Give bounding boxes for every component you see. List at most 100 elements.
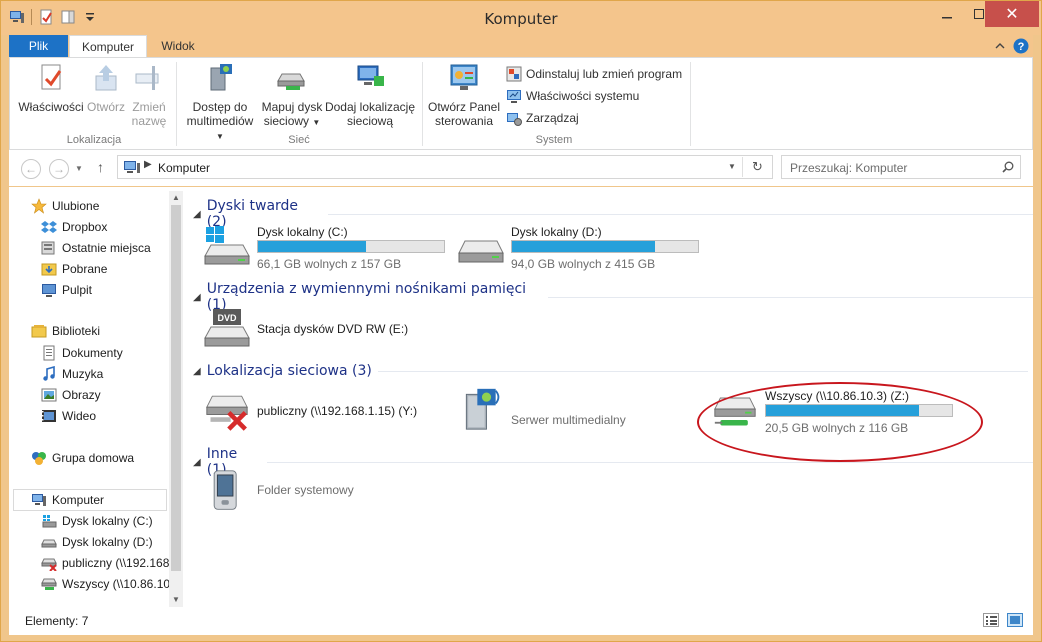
back-arrow-icon: ← [25,162,37,176]
manage-button[interactable]: Zarządzaj [506,110,579,126]
open-icon [95,65,117,91]
collapse-chevron-icon[interactable]: ◢ [193,457,201,468]
nav-homegroup[interactable]: Grupa domowa [31,450,134,466]
drive-z-free-space: 20,5 GB wolnych z 116 GB [765,421,909,435]
nav-pictures-label: Obrazy [62,388,101,402]
control-panel-label-1: Otwórz Panel [427,100,501,114]
search-input[interactable]: Przeszukaj: Komputer [781,155,1021,179]
open-button[interactable]: Otwórz [84,62,128,114]
drive-z[interactable]: Wszyscy (\\10.86.10.3) (Z:) 20,5 GB woln… [711,387,971,439]
nav-dropbox-label: Dropbox [62,220,108,234]
tab-file[interactable]: Plik [9,35,68,58]
forward-button[interactable]: → [49,159,69,179]
nav-drive-y[interactable]: publiczny (\\192.168 [41,555,169,571]
map-label-2: sieciowy [263,114,310,128]
media-server-icon [465,388,500,430]
documents-icon [43,345,55,361]
drive-dvd[interactable]: DVD Stacja dysków DVD RW (E:) [203,305,453,351]
nav-documents[interactable]: Dokumenty [41,345,123,361]
title-bar: Komputer ✕ [1,1,1041,35]
help-icon[interactable]: ? [1013,38,1029,54]
map-drive-button[interactable]: Mapuj dysk sieciowy ▼ [260,62,324,130]
explorer-window: Komputer ✕ Plik Komputer Widok ? Właściw… [0,0,1042,642]
close-button[interactable]: ✕ [985,1,1039,27]
nav-drive-d-label: Dysk lokalny (D:) [62,535,153,549]
address-bar[interactable]: ▶ Komputer ▼ ↻ [117,155,773,179]
nav-drive-c-label: Dysk lokalny (C:) [62,514,153,528]
drive-d-usage-bar [511,240,699,253]
nav-drive-c[interactable]: Dysk lokalny (C:) [41,513,153,529]
nav-recent-places[interactable]: Ostatnie miejsca [41,240,151,256]
up-arrow-icon[interactable]: ↑ [97,159,104,175]
back-button[interactable]: ← [21,159,41,179]
drive-d[interactable]: Dysk lokalny (D:) 94,0 GB wolnych z 415 … [457,223,707,271]
properties-button[interactable]: Właściwości [18,62,84,114]
forward-arrow-icon: → [53,162,65,176]
collapse-chevron-icon[interactable]: ◢ [193,366,201,377]
nav-pictures[interactable]: Obrazy [41,387,101,403]
search-icon[interactable] [1002,161,1014,173]
uninstall-icon [506,66,522,82]
search-placeholder: Przeszukaj: Komputer [790,161,908,175]
tab-computer[interactable]: Komputer [69,35,147,58]
nav-music[interactable]: Muzyka [41,366,103,382]
computer-icon [32,494,46,506]
expand-ribbon-icon[interactable] [995,42,1005,50]
status-bar: Elementy: 7 [9,607,1033,635]
collapse-chevron-icon[interactable]: ◢ [193,209,201,220]
scroll-down-icon[interactable]: ▼ [172,595,180,604]
recent-locations-icon[interactable]: ▼ [75,164,83,173]
address-dropdown-icon[interactable]: ▼ [728,162,736,171]
nav-libraries[interactable]: Biblioteki [31,323,100,339]
nav-scrollbar[interactable]: ▲ ▼ [169,191,183,607]
system-folder[interactable]: Folder systemowy [203,469,423,521]
media-server[interactable]: Serwer multimedialny [457,387,657,439]
nav-drive-y-label: publiczny (\\192.168 [62,556,170,570]
open-control-panel-button[interactable]: Otwórz Panel sterowania [426,62,502,128]
system-properties-label: Właściwości systemu [526,89,640,103]
refresh-icon[interactable]: ↻ [752,159,763,175]
navigation-pane: Ulubione Dropbox Ostatnie miejsca Pobran… [9,187,183,607]
nav-drive-d[interactable]: Dysk lokalny (D:) [41,534,153,550]
windows-drive-icon [204,226,250,265]
drive-c-usage-fill [258,241,366,252]
rename-button[interactable]: Zmień nazwę [128,62,170,128]
collapse-chevron-icon[interactable]: ◢ [193,292,201,303]
computer-icon [124,161,140,173]
nav-downloads[interactable]: Pobrane [41,261,107,277]
nav-desktop[interactable]: Pulpit [41,282,92,298]
nav-videos[interactable]: Wideo [41,408,96,424]
scrollbar-thumb[interactable] [171,205,181,571]
breadcrumb-computer[interactable]: Komputer [158,161,210,175]
nav-downloads-label: Pobrane [62,262,108,276]
system-properties-button[interactable]: Właściwości systemu [506,88,639,104]
nav-dropbox[interactable]: Dropbox [41,219,107,235]
details-view-icon[interactable] [983,613,999,627]
uninstall-label: Odinstaluj lub zmień program [526,67,683,81]
tab-view[interactable]: Widok [148,35,208,58]
section-title-network: Lokalizacja sieciowa (3) [206,363,372,379]
nav-drive-z[interactable]: Wszyscy (\\10.86.10. [41,576,173,592]
add-network-location-button[interactable]: Dodaj lokalizację sieciową [324,62,416,128]
uninstall-program-button[interactable]: Odinstaluj lub zmień program [506,66,682,82]
large-icons-view-icon[interactable] [1007,613,1023,627]
drive-c[interactable]: Dysk lokalny (C:) 66,1 GB wolnych z 157 … [203,223,453,271]
libraries-icon [31,325,47,338]
scroll-up-icon[interactable]: ▲ [172,193,180,202]
media-access-button[interactable]: Dostęp do multimediów ▼ [182,62,258,144]
map-label-1: Mapuj dysk [261,100,323,114]
section-divider [548,296,1033,298]
media-label-1: Dostęp do [192,100,248,114]
downloads-folder-icon [41,263,57,276]
manage-label: Zarządzaj [526,111,579,125]
nav-computer[interactable]: Komputer [13,489,167,511]
drive-y[interactable]: publiczny (\\192.168.1.15) (Y:) [203,387,453,439]
nav-favorites[interactable]: Ulubione [31,198,99,214]
section-network[interactable]: ◢ Lokalizacja sieciowa (3) [193,363,1028,379]
breadcrumb-chevron-icon[interactable]: ▶ [144,159,152,170]
recent-places-icon [41,241,55,255]
map-label-2-row: sieciowy ▼ [260,114,324,130]
dvd-drive-icon: DVD [204,309,250,347]
minimize-button[interactable] [931,1,963,27]
close-icon: ✕ [1005,6,1019,23]
